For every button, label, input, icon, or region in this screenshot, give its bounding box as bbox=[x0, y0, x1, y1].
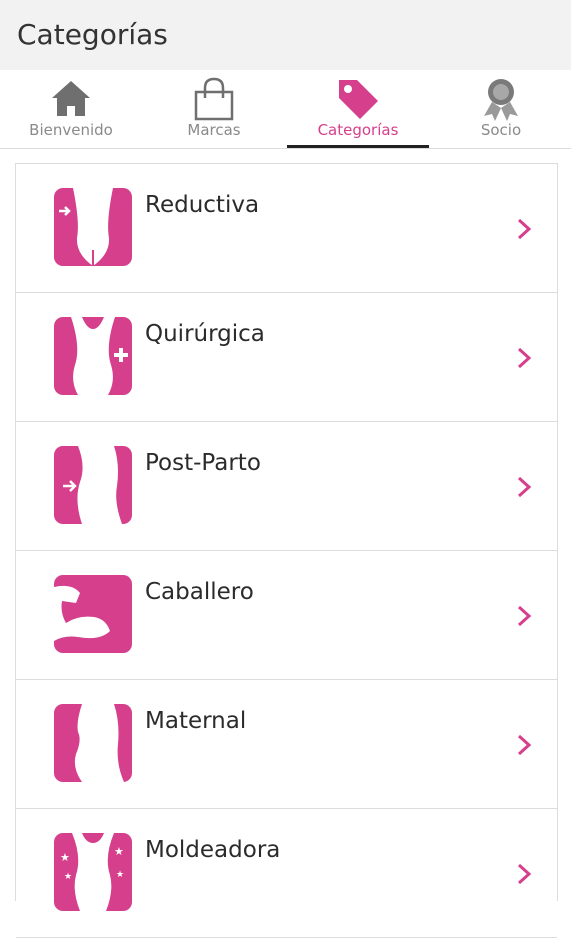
tab-bar: Bienvenido Marcas Categorías Socio bbox=[0, 70, 571, 149]
page-title: Categorías bbox=[17, 18, 168, 51]
category-name: Caballero bbox=[145, 579, 254, 605]
svg-text:★: ★ bbox=[114, 845, 124, 858]
category-name: Maternal bbox=[145, 708, 247, 734]
list-item[interactable]: ★ ★ ★ ★ Moldeadora bbox=[16, 809, 557, 938]
muscle-arm-icon bbox=[54, 575, 132, 653]
tab-bienvenido[interactable]: Bienvenido bbox=[0, 70, 142, 148]
tab-label: Socio bbox=[480, 121, 522, 139]
tab-label: Marcas bbox=[187, 121, 241, 139]
svg-text:★: ★ bbox=[60, 851, 70, 864]
category-list: Reductiva Quirúrgica Post-Parto Caballer… bbox=[15, 163, 558, 938]
tab-socio[interactable]: Socio bbox=[430, 70, 571, 148]
active-tab-indicator bbox=[287, 145, 429, 148]
svg-text:★: ★ bbox=[116, 870, 124, 880]
list-item[interactable]: Post-Parto bbox=[16, 422, 557, 551]
home-icon bbox=[52, 81, 90, 116]
list-item[interactable]: Reductiva bbox=[16, 164, 557, 293]
post-partum-figure-icon bbox=[54, 446, 132, 524]
chevron-right-icon bbox=[517, 863, 532, 885]
shaping-figure-icon: ★ ★ ★ ★ bbox=[54, 833, 132, 911]
tab-categorias[interactable]: Categorías bbox=[287, 70, 429, 148]
shopping-bag-icon bbox=[194, 77, 234, 121]
tab-label: Bienvenido bbox=[29, 121, 113, 139]
list-item[interactable]: Quirúrgica bbox=[16, 293, 557, 422]
app-header: Categorías bbox=[0, 0, 571, 70]
tab-label: Categorías bbox=[317, 121, 399, 139]
category-name: Post-Parto bbox=[145, 450, 261, 476]
category-name: Reductiva bbox=[145, 192, 260, 218]
category-name: Moldeadora bbox=[145, 837, 281, 863]
surgical-figure-icon bbox=[54, 317, 132, 395]
tab-marcas[interactable]: Marcas bbox=[143, 70, 285, 148]
maternal-figure-icon bbox=[54, 704, 132, 782]
chevron-right-icon bbox=[517, 734, 532, 756]
list-item[interactable]: Maternal bbox=[16, 680, 557, 809]
chevron-right-icon bbox=[517, 605, 532, 627]
list-item[interactable]: Caballero bbox=[16, 551, 557, 680]
tag-icon bbox=[339, 80, 378, 119]
chevron-right-icon bbox=[517, 218, 532, 240]
chevron-right-icon bbox=[517, 476, 532, 498]
svg-text:★: ★ bbox=[64, 872, 72, 882]
reductive-figure-icon bbox=[54, 188, 132, 266]
chevron-right-icon bbox=[517, 347, 532, 369]
award-icon bbox=[484, 79, 518, 121]
category-name: Quirúrgica bbox=[145, 321, 265, 347]
